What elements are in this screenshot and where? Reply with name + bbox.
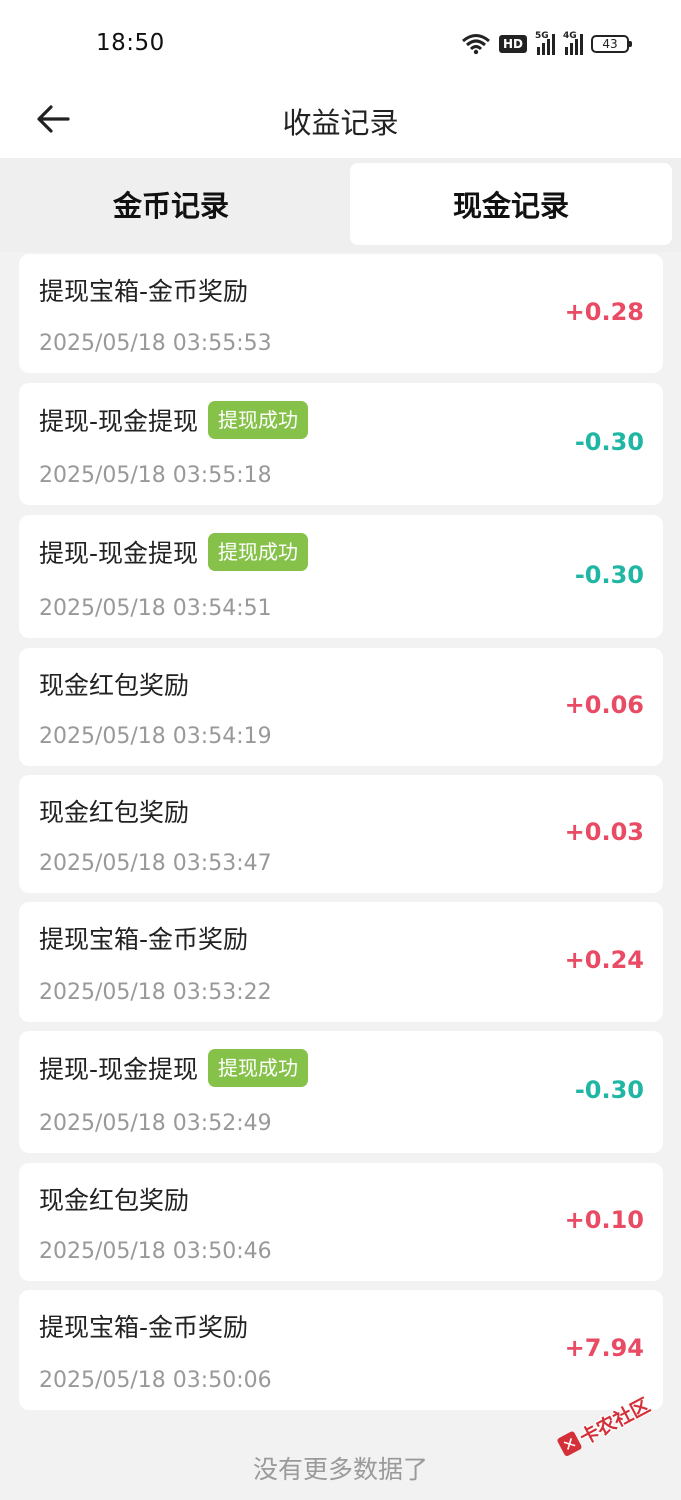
record-time: 2025/05/18 03:52:49 [39, 1111, 272, 1136]
record-amount: +0.06 [564, 691, 644, 719]
signal-4g-icon: 4G [563, 31, 583, 55]
record-title: 提现宝箱-金币奖励 [39, 277, 249, 306]
record-amount: +0.28 [564, 298, 644, 326]
app-header: 收益记录 [0, 80, 681, 158]
record-time: 2025/05/18 03:55:53 [39, 331, 272, 356]
record-amount: +7.94 [564, 1334, 644, 1362]
record-title-row: 提现宝箱-金币奖励 [39, 1308, 248, 1344]
record-title: 提现宝箱-金币奖励 [39, 1313, 249, 1342]
tab-coin-records[interactable]: 金币记录 [10, 163, 332, 245]
status-time: 18:50 [96, 30, 165, 56]
status-icons: HD 5G 4G 43 [461, 28, 632, 60]
status-badge: 提现成功 [208, 1049, 309, 1087]
status-badge: 提现成功 [208, 533, 309, 571]
watermark-text: 卡农社区 [576, 1393, 654, 1449]
record-title: 现金红包奖励 [39, 671, 190, 700]
record-title: 提现-现金提现 [39, 539, 199, 568]
record-title: 提现宝箱-金币奖励 [39, 925, 249, 954]
record-time: 2025/05/18 03:55:18 [39, 463, 272, 488]
record-card[interactable]: 现金红包奖励 2025/05/18 03:53:47 +0.03 [19, 775, 663, 893]
record-amount: +0.03 [564, 818, 644, 846]
record-time: 2025/05/18 03:54:51 [39, 596, 272, 621]
record-title-row: 提现-现金提现 提现成功 [39, 1049, 309, 1087]
record-title: 提现-现金提现 [39, 1055, 199, 1084]
signal-5g-icon: 5G [535, 31, 555, 55]
tab-bar: 金币记录 现金记录 [0, 158, 681, 252]
record-amount: +0.24 [564, 946, 644, 974]
record-amount: -0.30 [574, 1076, 644, 1104]
record-card[interactable]: 提现-现金提现 提现成功 2025/05/18 03:52:49 -0.30 [19, 1031, 663, 1153]
record-amount: -0.30 [574, 428, 644, 456]
hd-icon: HD [498, 35, 527, 53]
record-time: 2025/05/18 03:50:06 [39, 1368, 272, 1393]
record-amount: -0.30 [574, 561, 644, 589]
page-title: 收益记录 [282, 106, 399, 140]
record-title-row: 提现宝箱-金币奖励 [39, 920, 248, 956]
record-card[interactable]: 提现宝箱-金币奖励 2025/05/18 03:50:06 +7.94 [19, 1290, 663, 1410]
record-title: 现金红包奖励 [39, 798, 190, 827]
status-bar: 18:50 HD 5G 4G 43 [0, 0, 681, 80]
record-amount: +0.10 [564, 1206, 644, 1234]
record-time: 2025/05/18 03:50:46 [39, 1239, 272, 1264]
record-time: 2025/05/18 03:53:47 [39, 851, 272, 876]
record-card[interactable]: 提现宝箱-金币奖励 2025/05/18 03:53:22 +0.24 [19, 902, 663, 1022]
battery-level: 43 [602, 37, 618, 51]
record-title-row: 现金红包奖励 [39, 793, 189, 829]
record-title-row: 现金红包奖励 [39, 1181, 189, 1217]
status-badge: 提现成功 [208, 401, 309, 439]
record-title-row: 提现宝箱-金币奖励 [39, 272, 248, 308]
record-time: 2025/05/18 03:53:22 [39, 980, 272, 1005]
record-title: 现金红包奖励 [39, 1186, 190, 1215]
tab-cash-records[interactable]: 现金记录 [350, 163, 672, 245]
record-card[interactable]: 现金红包奖励 2025/05/18 03:50:46 +0.10 [19, 1163, 663, 1281]
record-card[interactable]: 现金红包奖励 2025/05/18 03:54:19 +0.06 [19, 648, 663, 766]
record-title-row: 提现-现金提现 提现成功 [39, 401, 309, 439]
battery-icon: 43 [591, 35, 632, 53]
record-card[interactable]: 提现-现金提现 提现成功 2025/05/18 03:55:18 -0.30 [19, 383, 663, 505]
wifi-icon [461, 33, 491, 55]
record-title-row: 提现-现金提现 提现成功 [39, 533, 309, 571]
record-card[interactable]: 提现-现金提现 提现成功 2025/05/18 03:54:51 -0.30 [19, 515, 663, 638]
record-title: 提现-现金提现 [39, 407, 199, 436]
record-title-row: 现金红包奖励 [39, 666, 189, 702]
record-time: 2025/05/18 03:54:19 [39, 724, 272, 749]
record-card[interactable]: 提现宝箱-金币奖励 2025/05/18 03:55:53 +0.28 [19, 254, 663, 373]
